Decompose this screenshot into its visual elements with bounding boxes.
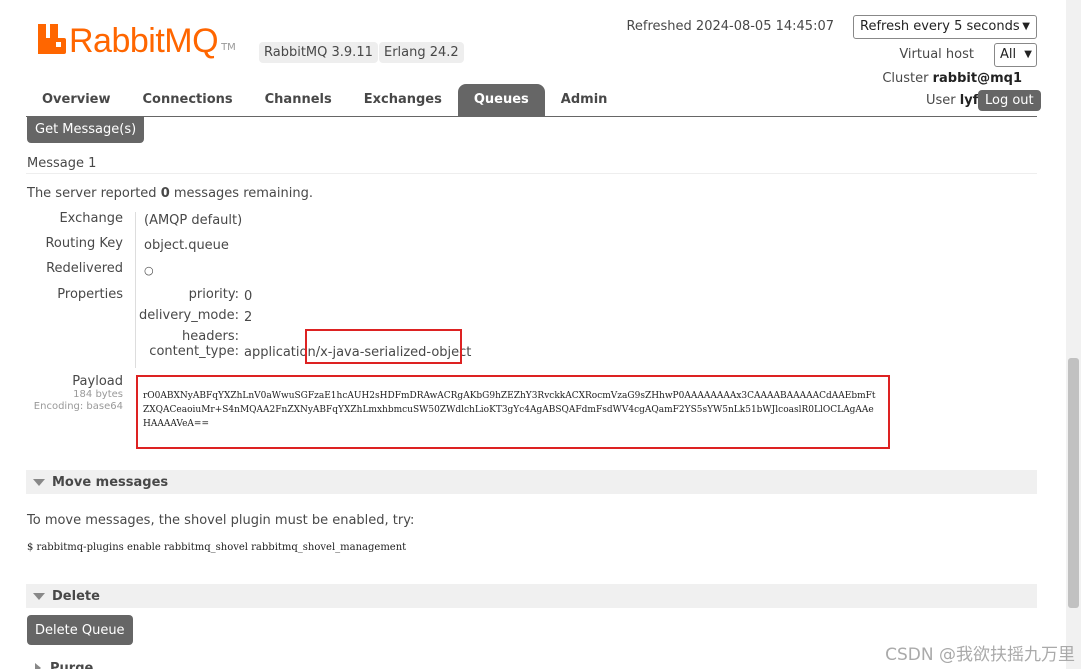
tab-connections[interactable]: Connections — [127, 84, 249, 116]
csdn-watermark: CSDN @我欲扶摇九万里 — [885, 645, 1075, 665]
tab-admin[interactable]: Admin — [545, 84, 624, 116]
chevron-down-icon: ▼ — [1024, 49, 1032, 60]
routing-key-label: Routing Key — [45, 236, 123, 251]
logo-trademark: TM — [221, 42, 236, 53]
tab-channels[interactable]: Channels — [249, 84, 348, 116]
purge-title: Purge — [50, 660, 94, 669]
scrollbar-thumb[interactable] — [1068, 358, 1079, 608]
properties-label: Properties — [57, 287, 123, 302]
rabbitmq-version-badge: RabbitMQ 3.9.11 — [259, 42, 378, 63]
chevron-down-icon: ▼ — [1022, 21, 1030, 32]
refresh-interval-select[interactable]: Refresh every 5 seconds ▼ — [853, 15, 1037, 39]
properties-separator — [135, 212, 136, 368]
move-messages-hint: To move messages, the shovel plugin must… — [27, 513, 415, 528]
user-label: User — [926, 93, 956, 108]
move-messages-title: Move messages — [52, 474, 169, 490]
delete-queue-button[interactable]: Delete Queue — [27, 615, 133, 645]
user-info: User lyf — [926, 93, 978, 108]
delete-title: Delete — [52, 588, 100, 604]
payload-size: 184 bytes — [73, 389, 123, 400]
header: RabbitMQ TM RabbitMQ 3.9.11 Erlang 24.2 … — [0, 0, 1066, 118]
redelivered-value: ○ — [144, 264, 154, 277]
tab-queues[interactable]: Queues — [457, 84, 545, 116]
rabbitmq-logo[interactable]: RabbitMQ TM — [38, 24, 236, 58]
headers-label: headers: — [182, 329, 239, 344]
main-nav: Overview Connections Channels Exchanges … — [26, 84, 623, 116]
redelivered-label: Redelivered — [46, 261, 123, 276]
delete-section-header[interactable]: Delete — [26, 584, 1037, 608]
cluster-info: Cluster rabbit@mq1 — [882, 71, 1022, 86]
collapse-triangle-icon — [33, 478, 45, 486]
shovel-command: $ rabbitmq-plugins enable rabbitmq_shove… — [27, 542, 407, 553]
content-type-highlight-box — [305, 329, 462, 364]
user-name: lyf — [959, 93, 979, 108]
content-type-label: content_type: — [149, 344, 239, 359]
message-heading: Message 1 — [27, 156, 97, 171]
virtual-host-value: All — [1000, 47, 1017, 62]
delivery-mode-value: 2 — [244, 310, 253, 325]
server-reported-text: The server reported 0 messages remaining… — [27, 186, 313, 201]
payload-highlight-box — [136, 375, 890, 449]
get-messages-button[interactable]: Get Message(s) — [27, 116, 145, 143]
logo-text: RabbitMQ — [69, 22, 219, 60]
delivery-mode-label: delivery_mode: — [139, 308, 239, 323]
expand-triangle-icon — [35, 663, 41, 669]
remaining-count: 0 — [160, 186, 170, 201]
refreshed-timestamp: Refreshed 2024-08-05 14:45:07 — [626, 19, 834, 34]
payload-encoding: Encoding: base64 — [33, 401, 123, 412]
exchange-label: Exchange — [59, 211, 123, 226]
rabbit-logo-icon — [38, 24, 66, 54]
tab-overview[interactable]: Overview — [26, 84, 127, 116]
routing-key-value: object.queue — [144, 238, 229, 253]
page-scrollbar[interactable] — [1066, 0, 1081, 669]
refresh-interval-value: Refresh every 5 seconds — [860, 19, 1020, 34]
exchange-value: (AMQP default) — [144, 213, 243, 228]
move-messages-section-header[interactable]: Move messages — [26, 470, 1037, 494]
message-divider — [26, 173, 1037, 174]
cluster-name: rabbit@mq1 — [932, 71, 1022, 86]
priority-label: priority: — [188, 287, 239, 302]
logout-button[interactable]: Log out — [978, 90, 1041, 111]
nav-divider — [26, 116, 1037, 117]
cluster-label: Cluster — [882, 71, 929, 86]
virtual-host-label: Virtual host — [899, 47, 974, 62]
priority-value: 0 — [244, 289, 253, 304]
collapse-triangle-icon — [33, 592, 45, 600]
erlang-version-badge: Erlang 24.2 — [379, 42, 464, 63]
tab-exchanges[interactable]: Exchanges — [348, 84, 458, 116]
virtual-host-select[interactable]: All ▼ — [994, 43, 1037, 67]
payload-label: Payload — [72, 374, 123, 389]
